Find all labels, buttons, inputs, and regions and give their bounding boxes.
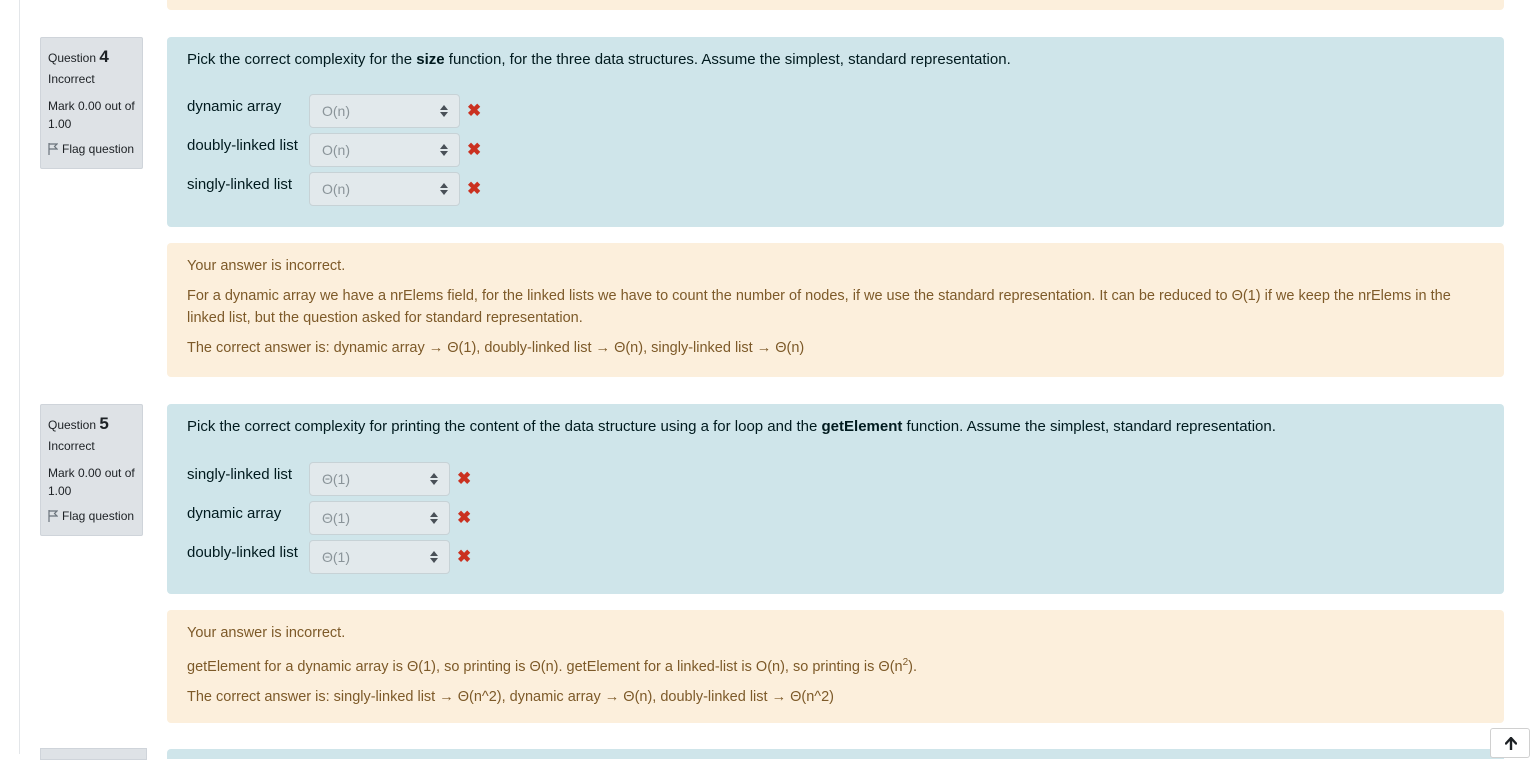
question-5-feedback: Your answer is incorrect. getElement for… xyxy=(167,610,1504,723)
flag-outline-icon xyxy=(48,143,59,155)
question-5-formulation: Pick the correct complexity for printing… xyxy=(167,404,1504,594)
right-answer: The correct answer is: dynamic array → Θ… xyxy=(187,340,805,356)
question-state: Incorrect xyxy=(48,72,95,86)
x-mark-icon: ✖ xyxy=(457,508,472,527)
complexity-select[interactable]: Θ(1) xyxy=(309,540,450,574)
answer-row-label: doubly-linked list xyxy=(187,137,298,154)
question-state: Incorrect xyxy=(48,439,95,453)
question-text: Pick the correct complexity for the size… xyxy=(187,49,1484,71)
question-4-formulation: Pick the correct complexity for the size… xyxy=(167,37,1504,227)
complexity-select[interactable]: O(n) xyxy=(309,94,460,128)
page-divider-line xyxy=(19,0,20,754)
question-text-part: Pick the correct complexity for printing… xyxy=(187,418,822,435)
question-number: Question 4 xyxy=(48,46,142,69)
complexity-select[interactable]: O(n) xyxy=(309,172,460,206)
select-value: O(n) xyxy=(322,181,350,197)
select-caret-icon xyxy=(440,183,448,195)
select-caret-icon xyxy=(430,551,438,563)
question-label: Question xyxy=(48,418,97,432)
answer-row-label: doubly-linked list xyxy=(187,544,298,561)
answer-row-label: singly-linked list xyxy=(187,176,293,193)
question-number-value: 4 xyxy=(99,47,109,66)
general-feedback: For a dynamic array we have a nrElems fi… xyxy=(187,288,1451,326)
flag-question-label: Flag question xyxy=(62,142,135,156)
next-question-info-edge xyxy=(40,748,147,760)
question-text-part: function, for the three data structures.… xyxy=(444,51,1011,68)
question-number: Question 5 xyxy=(48,413,142,436)
next-question-formulation-edge xyxy=(167,749,1504,759)
complexity-select[interactable]: Θ(1) xyxy=(309,501,450,535)
x-mark-icon: ✖ xyxy=(467,101,482,120)
question-text: Pick the correct complexity for printing… xyxy=(187,416,1484,438)
right-answer: The correct answer is: singly-linked lis… xyxy=(187,688,834,705)
question-4-info: Question 4 Incorrect Mark 0.00 out of 1.… xyxy=(40,37,143,169)
general-feedback-text: getElement for a dynamic array is Θ(1), … xyxy=(187,658,903,675)
question-number-value: 5 xyxy=(99,414,109,433)
flag-question-link[interactable]: Flag question xyxy=(48,508,142,524)
question-label: Question xyxy=(48,51,97,65)
question-grade: Mark 0.00 out of 1.00 xyxy=(48,466,135,498)
select-value: O(n) xyxy=(322,142,350,158)
select-value: Θ(1) xyxy=(322,471,350,487)
flag-question-label: Flag question xyxy=(62,509,135,523)
question-4-feedback: Your answer is incorrect. For a dynamic … xyxy=(167,243,1504,377)
question-grade: Mark 0.00 out of 1.00 xyxy=(48,99,135,131)
answer-row-label: dynamic array xyxy=(187,98,282,115)
select-value: Θ(1) xyxy=(322,549,350,565)
general-feedback: getElement for a dynamic array is Θ(1), … xyxy=(187,652,1484,678)
flag-outline-icon xyxy=(48,510,59,522)
complexity-select[interactable]: O(n) xyxy=(309,133,460,167)
complexity-select[interactable]: Θ(1) xyxy=(309,462,450,496)
x-mark-icon: ✖ xyxy=(467,179,482,198)
general-feedback-text: ). xyxy=(908,658,918,675)
select-value: Θ(1) xyxy=(322,510,350,526)
question-5-info: Question 5 Incorrect Mark 0.00 out of 1.… xyxy=(40,404,143,536)
select-value: O(n) xyxy=(322,103,350,119)
x-mark-icon: ✖ xyxy=(467,140,482,159)
x-mark-icon: ✖ xyxy=(457,547,472,566)
question-text-part: Pick the correct complexity for the xyxy=(187,51,417,68)
answer-row-label: singly-linked list xyxy=(187,466,293,483)
x-mark-icon: ✖ xyxy=(457,469,472,488)
question-text-bold: getElement xyxy=(821,418,903,435)
feedback-status: Your answer is incorrect. xyxy=(187,258,346,274)
question-text-part: function. Assume the simplest, standard … xyxy=(902,418,1276,435)
previous-feedback-edge xyxy=(167,0,1504,10)
select-caret-icon xyxy=(440,105,448,117)
feedback-status: Your answer is incorrect. xyxy=(187,625,346,641)
question-text-bold: size xyxy=(416,51,445,68)
select-caret-icon xyxy=(430,473,438,485)
arrow-up-icon xyxy=(1505,737,1517,750)
select-caret-icon xyxy=(430,512,438,524)
answer-row-label: dynamic array xyxy=(187,505,282,522)
flag-question-link[interactable]: Flag question xyxy=(48,141,142,157)
select-caret-icon xyxy=(440,144,448,156)
